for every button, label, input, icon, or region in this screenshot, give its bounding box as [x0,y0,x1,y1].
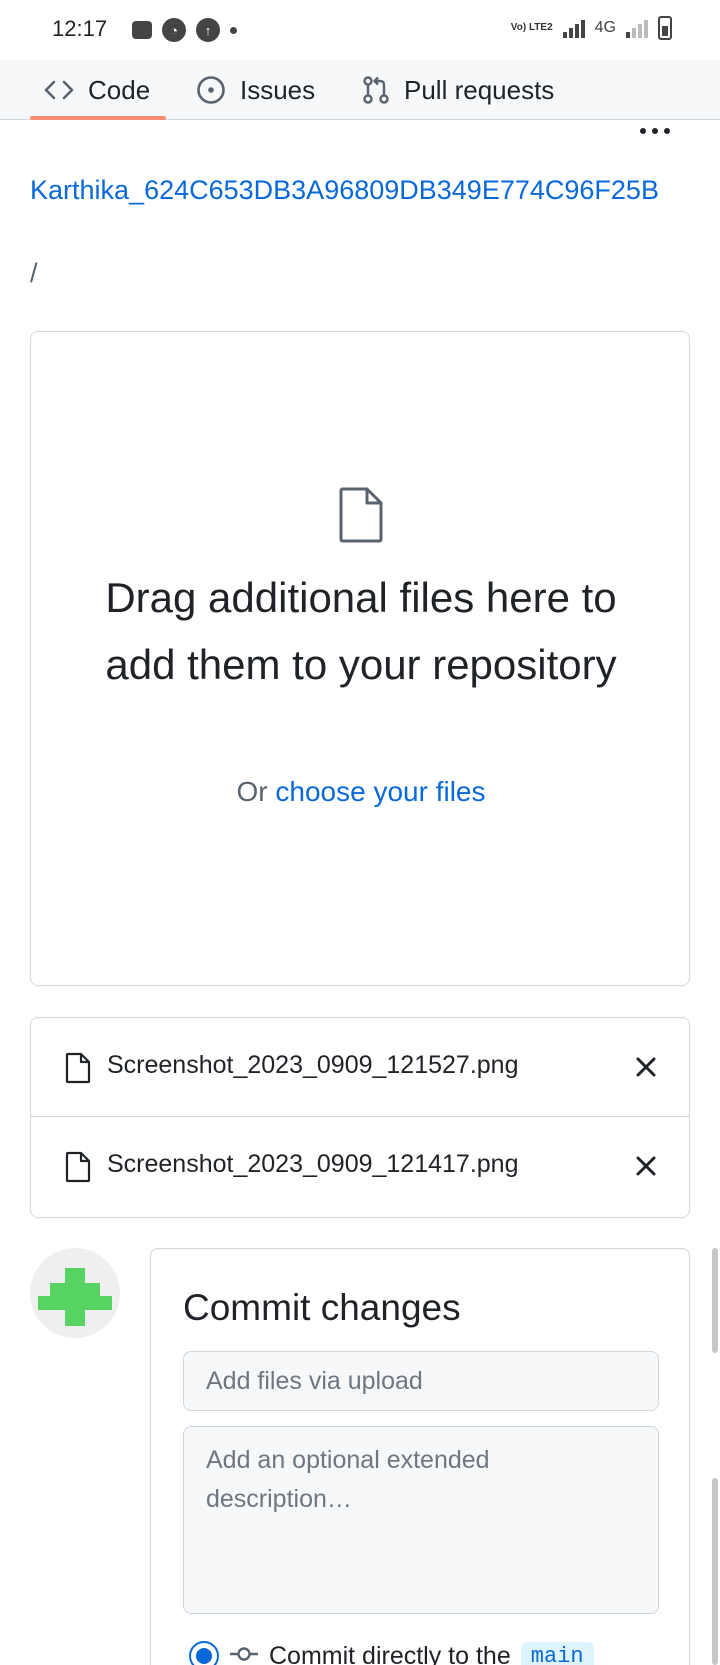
network-type: 4G [594,19,616,36]
more-notifications-icon [230,26,237,34]
file-icon [337,486,385,549]
tab-code[interactable]: Code [44,60,150,120]
repo-name-link[interactable]: Karthika_624C653DB3A96809DB349E774C96F25… [30,168,700,212]
signal-icon [562,18,585,38]
status-time: 12:17 [52,16,108,41]
tab-pull-requests-label: Pull requests [404,74,555,105]
commit-changes-panel: Commit changes Commit directly to the ma… [150,1248,690,1665]
repo-nav: Code Issues Pull requests [0,60,720,134]
uploaded-file-list: Screenshot_2023_0909_121527.png Screensh… [30,1017,690,1218]
branch-name: main [520,1641,594,1665]
selected-tab-indicator [30,116,166,120]
issue-icon [196,75,226,105]
tab-code-label: Code [88,74,151,105]
file-drop-zone[interactable]: Drag additional files here to add them t… [30,331,690,986]
commit-description-input[interactable] [183,1426,659,1614]
list-item: Screenshot_2023_0909_121417.png [31,1117,689,1216]
git-commit-icon [229,1642,259,1665]
status-bar: 12:17 ◔ ↑ Vo) LTE2 4G [0,0,720,60]
code-icon [44,79,74,101]
tab-pull-requests[interactable]: Pull requests [362,60,554,120]
commit-directly-radio[interactable] [189,1641,219,1665]
x-icon[interactable] [631,1052,661,1082]
file-icon [65,1151,91,1188]
notification-icons: ◔ ↑ [132,18,237,42]
drop-zone-or: Or [236,776,268,807]
tab-issues-label: Issues [240,74,316,105]
pull-request-icon [362,75,390,105]
kebab-horizontal-icon[interactable] [640,128,670,134]
file-name: Screenshot_2023_0909_121417.png [107,1150,519,1178]
file-icon [65,1052,91,1089]
choose-files-link[interactable]: choose your files [275,776,485,807]
commit-option-label: Commit directly to the [269,1641,511,1665]
battery-icon [658,16,672,40]
commit-summary-input[interactable] [183,1351,659,1411]
upload-icon: ↑ [196,18,220,42]
signal-icon-secondary [626,18,648,38]
gauge-icon: ◔ [162,18,186,42]
tab-issues[interactable]: Issues [196,60,315,120]
commit-directly-option[interactable]: Commit directly to the main [189,1641,594,1665]
scrollbar[interactable] [712,1478,718,1665]
commit-title: Commit changes [183,1287,461,1328]
file-name: Screenshot_2023_0909_121527.png [107,1051,519,1079]
x-icon[interactable] [631,1151,661,1181]
volte-indicator: Vo) LTE2 [510,22,553,33]
scrollbar[interactable] [712,1248,718,1353]
drop-zone-title: Drag additional files here to add them t… [105,574,617,688]
drop-zone-subtitle: Or choose your files [31,776,691,808]
system-icons: Vo) LTE2 4G [511,16,672,40]
message-icon [132,21,152,39]
list-item: Screenshot_2023_0909_121527.png [31,1018,689,1117]
breadcrumb-separator: / [30,258,38,288]
avatar [30,1248,120,1338]
